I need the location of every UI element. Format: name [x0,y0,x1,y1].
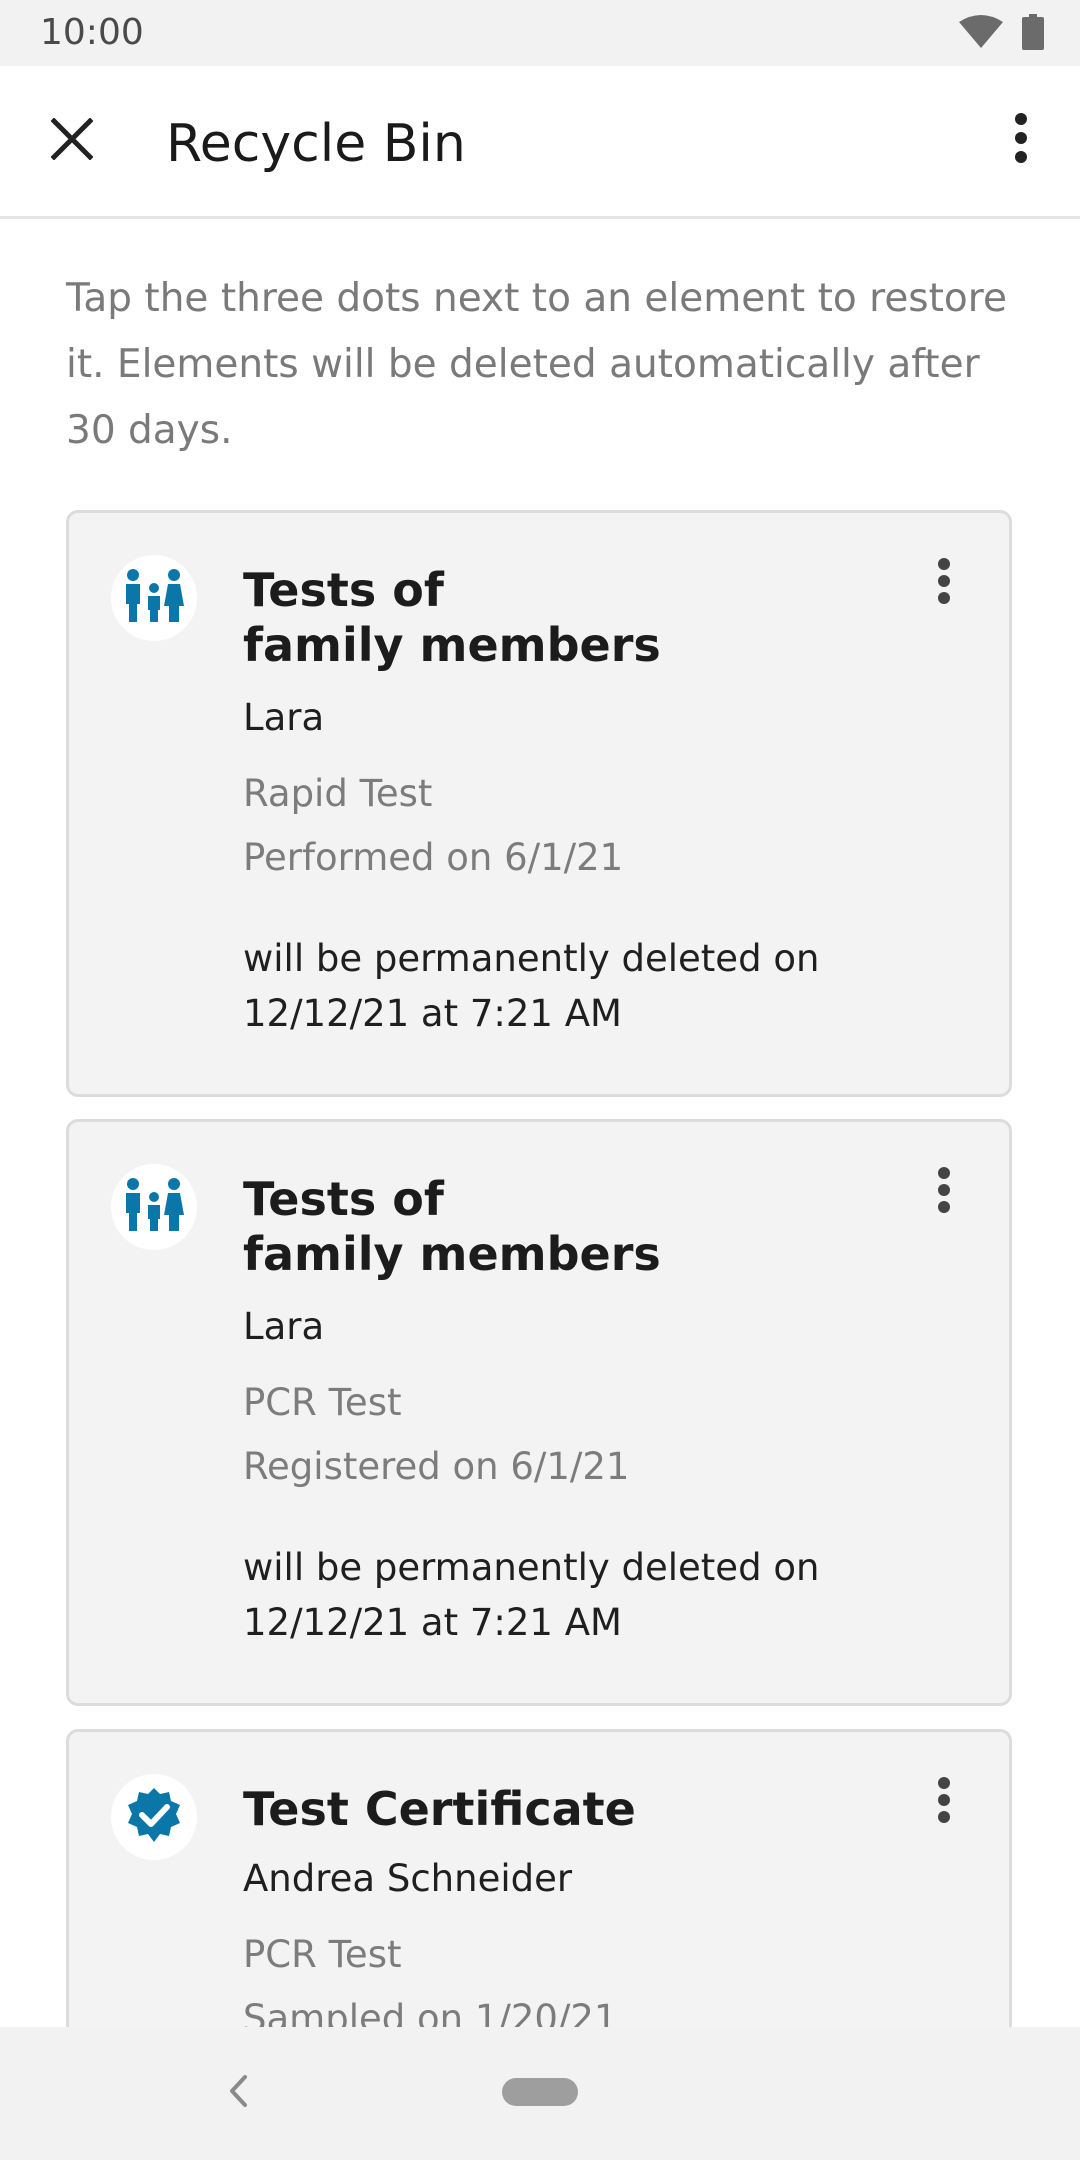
card-title-line2: family members [243,618,661,672]
card-person: Lara [243,696,325,739]
more-vert-icon [937,1166,951,1218]
recycle-bin-item[interactable]: Tests of family members Lara Rapid Test … [66,510,1012,1097]
card-note-line2: 12/12/21 at 7:21 AM [243,1601,622,1644]
status-time: 10:00 [40,12,144,53]
verified-badge-icon [125,1786,183,1849]
app-bar: Recycle Bin [0,66,1080,219]
card-menu-button[interactable] [929,553,959,613]
nav-back-button[interactable] [218,2071,258,2115]
recycle-bin-item[interactable]: Test Certificate Andrea Schneider PCR Te… [66,1729,1012,2027]
wifi-icon [958,14,1004,55]
card-test-type: Rapid Test [243,772,433,815]
family-icon [124,1177,184,1238]
close-button[interactable] [42,111,102,171]
card-title: Tests of family members [243,563,883,673]
card-menu-button[interactable] [929,1772,959,1832]
card-deletion-note: will be permanently deleted on 12/12/21 … [243,931,943,1041]
more-vert-icon [937,1776,951,1828]
card-meta: Rapid Test Performed on 6/1/21 [243,762,623,890]
more-vert-icon [1014,112,1028,168]
navigation-bar [0,2027,1080,2160]
status-icons [958,14,1044,55]
card-title: Tests of family members [243,1172,883,1282]
card-menu-button[interactable] [929,1162,959,1222]
intro-text: Tap the three dots next to an element to… [66,276,1007,453]
family-icon [124,568,184,629]
card-note-line1: will be permanently deleted on [243,1546,820,1589]
battery-icon [1022,14,1044,55]
back-icon [227,2074,249,2113]
status-bar: 10:00 [0,0,1080,66]
more-vert-icon [937,557,951,609]
overflow-menu-button[interactable] [996,110,1046,170]
card-date: Performed on 6/1/21 [243,836,624,879]
page-title: Recycle Bin [166,114,466,174]
close-icon [50,116,94,165]
card-title-line2: family members [243,1227,661,1281]
card-title-line1: Tests of [243,1172,444,1226]
card-avatar [111,555,197,641]
card-note-line2: 12/12/21 at 7:21 AM [243,992,622,1035]
card-person: Lara [243,1305,325,1348]
recycle-bin-list[interactable]: Tap the three dots next to an element to… [0,219,1080,2027]
home-pill-icon[interactable] [502,2078,578,2106]
card-meta: PCR Test Registered on 6/1/21 [243,1371,629,1499]
card-note-line1: will be permanently deleted on [243,937,820,980]
card-test-type: PCR Test [243,1933,402,1976]
card-avatar [111,1774,197,1860]
card-title-line1: Tests of [243,563,444,617]
card-person: Andrea Schneider [243,1857,573,1900]
recycle-bin-item[interactable]: Tests of family members Lara PCR Test Re… [66,1119,1012,1706]
card-meta: PCR Test Sampled on 1/20/21 [243,1923,617,2027]
card-test-type: PCR Test [243,1381,402,1424]
card-deletion-note: will be permanently deleted on 12/12/21 … [243,1540,943,1650]
card-title: Test Certificate [243,1782,636,1836]
card-avatar [111,1164,197,1250]
screen: 10:00 Recycle Bin Tap the three dots nex… [0,0,1080,2160]
card-date: Sampled on 1/20/21 [243,1997,618,2027]
card-date: Registered on 6/1/21 [243,1445,630,1488]
